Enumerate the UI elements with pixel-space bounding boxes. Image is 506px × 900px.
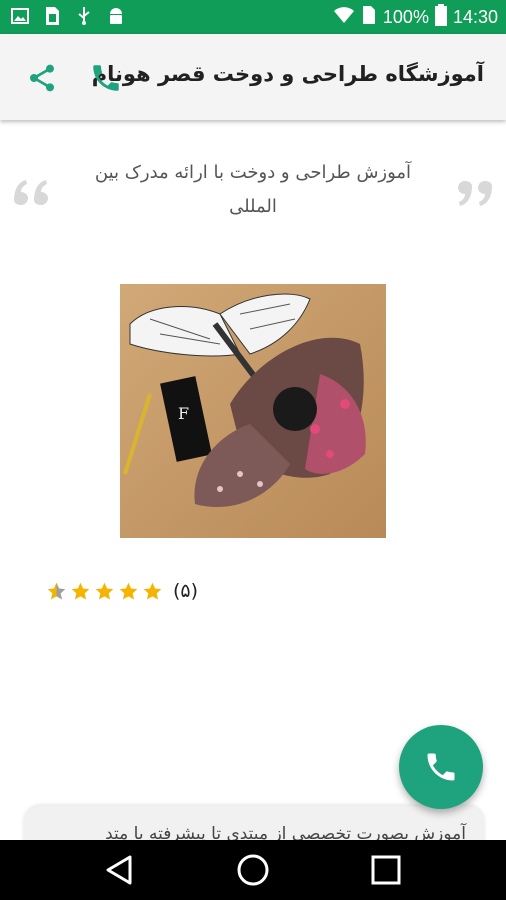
star-icon	[119, 582, 138, 599]
recents-icon[interactable]	[368, 852, 404, 888]
quote-block: آموزش طراحی و دوخت با ارائه مدرک بین الم…	[0, 150, 506, 230]
android-icon	[106, 6, 126, 26]
page-title: آموزشگاه طراحی و دوخت قصر هونام	[91, 62, 484, 86]
usb-icon	[74, 6, 94, 26]
quote-open-icon	[10, 168, 54, 212]
notification-icons	[10, 6, 126, 26]
back-icon[interactable]	[102, 852, 138, 888]
rating-row: (۵)	[46, 580, 198, 602]
quote-close-icon	[452, 168, 496, 212]
wifi-icon	[333, 6, 355, 29]
clock: 14:30	[452, 7, 498, 27]
phone-icon	[427, 753, 455, 781]
star-icon	[143, 582, 162, 599]
star-icon	[71, 582, 90, 599]
app-toolbar: آموزشگاه طراحی و دوخت قصر هونام	[0, 34, 506, 120]
svg-text:F: F	[178, 404, 189, 423]
star-icon	[95, 582, 114, 599]
phone-icon[interactable]	[89, 61, 123, 95]
image-icon	[10, 6, 30, 26]
home-icon[interactable]	[235, 852, 271, 888]
status-bar: 100% 14:30	[0, 0, 506, 34]
product-photo[interactable]: F	[120, 284, 386, 538]
status-indicators: 100% 14:30	[333, 4, 498, 31]
sim-icon	[42, 6, 62, 26]
rating-count: (۵)	[173, 580, 199, 602]
call-fab-button[interactable]	[399, 725, 483, 809]
quote-text: آموزش طراحی و دوخت با ارائه مدرک بین الم…	[94, 162, 412, 217]
share-icon[interactable]	[26, 62, 58, 94]
signal-icon	[361, 5, 377, 30]
battery-icon	[434, 4, 447, 31]
system-nav-bar	[0, 840, 506, 900]
rating-stars	[46, 581, 163, 602]
star-half-icon	[47, 582, 66, 599]
battery-label: 100%	[382, 7, 429, 27]
